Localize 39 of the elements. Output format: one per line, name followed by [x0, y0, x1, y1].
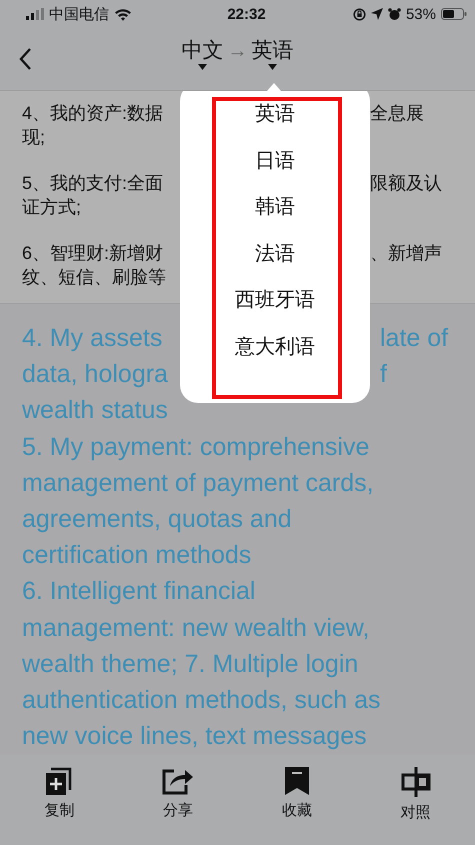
translation-text: authentication methods, such as: [22, 685, 381, 716]
toolbar-label[interactable]: 复制: [44, 801, 74, 820]
arrow-sign: →: [228, 39, 248, 64]
translation-text: management of payment cards,: [22, 468, 374, 499]
toolbar-label[interactable]: 对照: [400, 803, 431, 822]
translation-text: wealth theme; 7. Multiple login: [22, 648, 358, 680]
translation-text: new voice lines, text messages: [22, 721, 367, 752]
translation-text: 5. My payment: comprehensive: [22, 432, 370, 463]
source-text: 现;: [22, 126, 46, 149]
source-text: 证方式;: [22, 196, 82, 219]
translation-text: agreements, quotas and: [22, 504, 292, 536]
clock-time: 22:32: [227, 6, 266, 22]
source-text: 限额及认: [370, 172, 442, 195]
target-language[interactable]: 英语: [252, 38, 294, 64]
source-text: 全息展: [370, 102, 424, 125]
language-option[interactable]: 英语: [255, 102, 295, 126]
toolbar-label[interactable]: 分享: [163, 801, 194, 820]
language-option[interactable]: 西班牙语: [235, 288, 315, 312]
translation-text: data, hologra: [22, 359, 168, 390]
translation-text: late of: [380, 323, 450, 354]
source-text: 5、我的支付:全面: [22, 172, 164, 195]
translation-text: f: [380, 359, 388, 390]
source-text: 纹、短信、刷脸等: [22, 266, 166, 289]
battery-percent: 53%: [406, 6, 436, 22]
translation-text: 4. My assets: [22, 323, 162, 354]
language-option[interactable]: 意大利语: [235, 334, 315, 358]
source-text: 4、我的资产:数据: [22, 102, 164, 125]
carrier-name: 中国电信: [49, 4, 109, 24]
toolbar-label[interactable]: 收藏: [282, 801, 312, 820]
translation-text: certification methods: [22, 540, 252, 572]
translation-text: 6. Intelligent financial: [22, 576, 256, 608]
source-text: 6、智理财:新增财: [22, 242, 164, 265]
language-option[interactable]: 韩语: [255, 195, 295, 219]
translation-text: wealth status: [22, 395, 168, 426]
source-text: 、新增声: [370, 242, 442, 265]
source-language[interactable]: 中文: [182, 38, 224, 64]
translation-text: management: new wealth view,: [22, 612, 370, 644]
language-option[interactable]: 日语: [255, 148, 295, 172]
language-option[interactable]: 法语: [255, 242, 295, 266]
